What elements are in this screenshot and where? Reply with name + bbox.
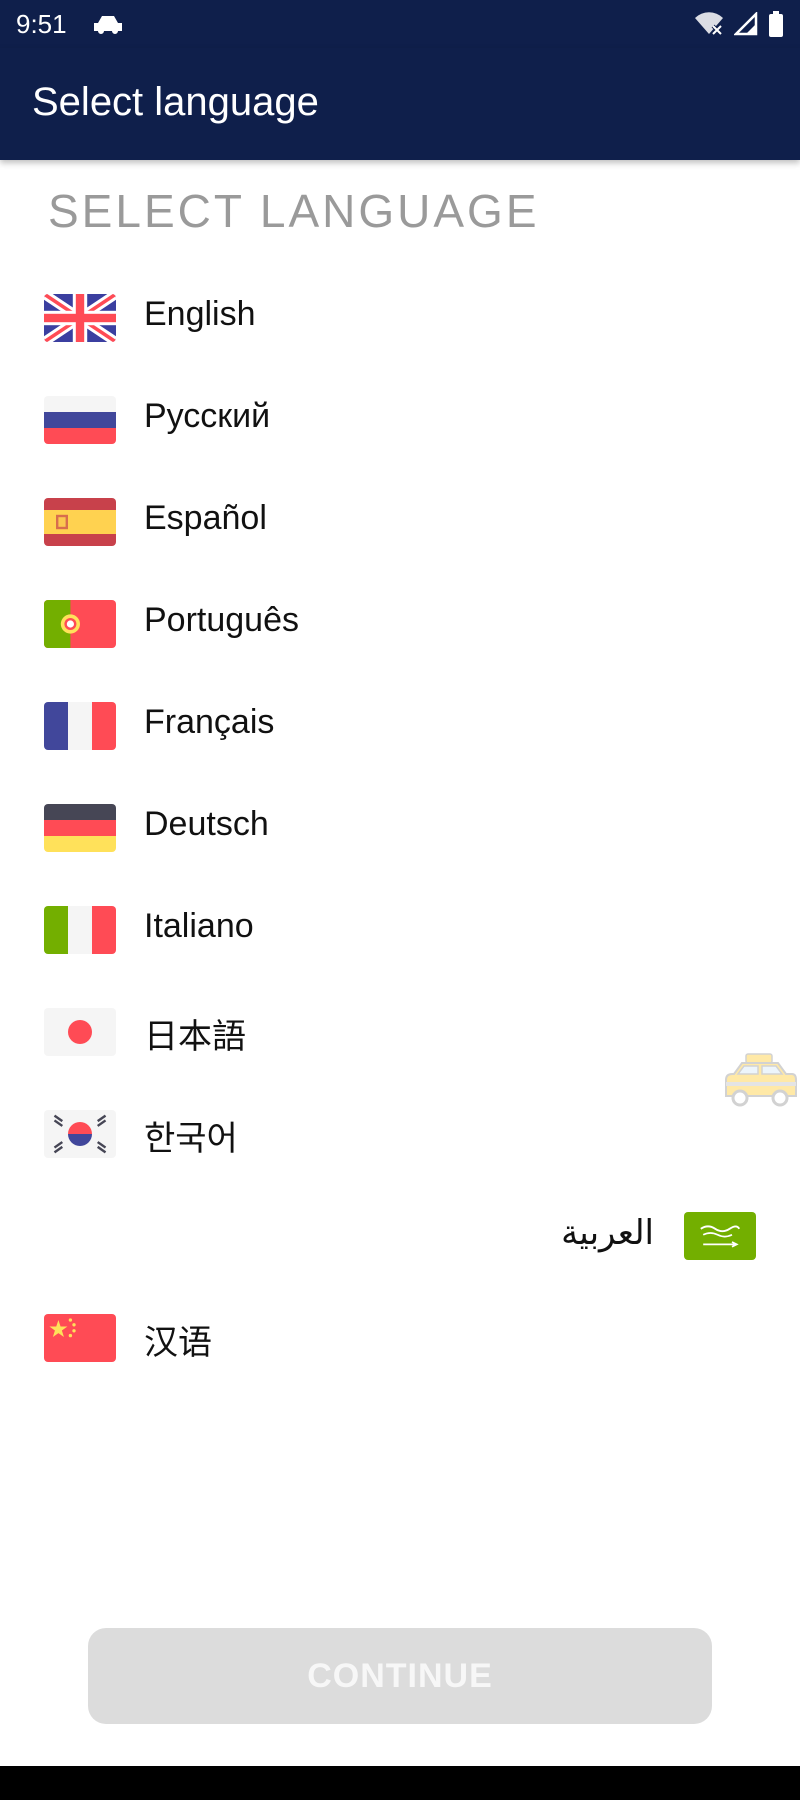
status-icons [694, 11, 784, 37]
france-flag-icon [44, 702, 116, 750]
language-label: Español [144, 499, 267, 537]
battery-icon [769, 11, 783, 37]
germany-flag-icon [44, 804, 116, 852]
status-bar: 9:51 [0, 0, 800, 48]
language-item-italian[interactable]: Italiano [0, 877, 800, 979]
language-item-korean[interactable]: 한국어 [0, 1081, 800, 1183]
language-item-chinese[interactable]: 汉语 [0, 1285, 800, 1387]
language-item-french[interactable]: Français [0, 673, 800, 775]
app-bar-title: Select language [32, 80, 319, 124]
language-label: 日本語 [144, 1018, 246, 1056]
korea-flag-icon [44, 1110, 116, 1158]
navigation-bar [0, 1766, 800, 1800]
section-header: SELECT LANGUAGE [48, 185, 540, 237]
language-label: English [144, 295, 256, 333]
japan-flag-icon [44, 1008, 116, 1056]
saudi-flag-icon [684, 1212, 756, 1260]
portugal-flag-icon [44, 600, 116, 648]
language-label: Italiano [144, 907, 254, 945]
language-label: Português [144, 601, 299, 639]
app-bar: Select language [0, 48, 800, 160]
language-item-russian[interactable]: Русский [0, 367, 800, 469]
car-icon [94, 16, 122, 34]
language-list: English Русский Español Português França… [0, 265, 800, 1387]
spain-flag-icon [44, 498, 116, 546]
language-label: 한국어 [144, 1120, 238, 1158]
language-item-arabic[interactable]: العربية [0, 1183, 800, 1285]
taxi-icon[interactable] [722, 1052, 798, 1114]
uk-flag-icon [44, 294, 116, 342]
wifi-off-icon [695, 12, 723, 36]
italy-flag-icon [44, 906, 116, 954]
russia-flag-icon [44, 396, 116, 444]
language-label: Deutsch [144, 805, 269, 843]
language-label: Français [144, 703, 275, 741]
status-time: 9:51 [16, 9, 67, 39]
cell-signal-icon [734, 12, 758, 36]
language-item-german[interactable]: Deutsch [0, 775, 800, 877]
language-item-portuguese[interactable]: Português [0, 571, 800, 673]
language-label: العربية [561, 1214, 654, 1252]
language-label: 汉语 [144, 1324, 212, 1362]
language-item-english[interactable]: English [0, 265, 800, 367]
language-item-spanish[interactable]: Español [0, 469, 800, 571]
china-flag-icon [44, 1314, 116, 1362]
language-label: Русский [144, 397, 271, 435]
continue-button[interactable]: CONTINUE [88, 1628, 712, 1724]
language-item-japanese[interactable]: 日本語 [0, 979, 800, 1081]
